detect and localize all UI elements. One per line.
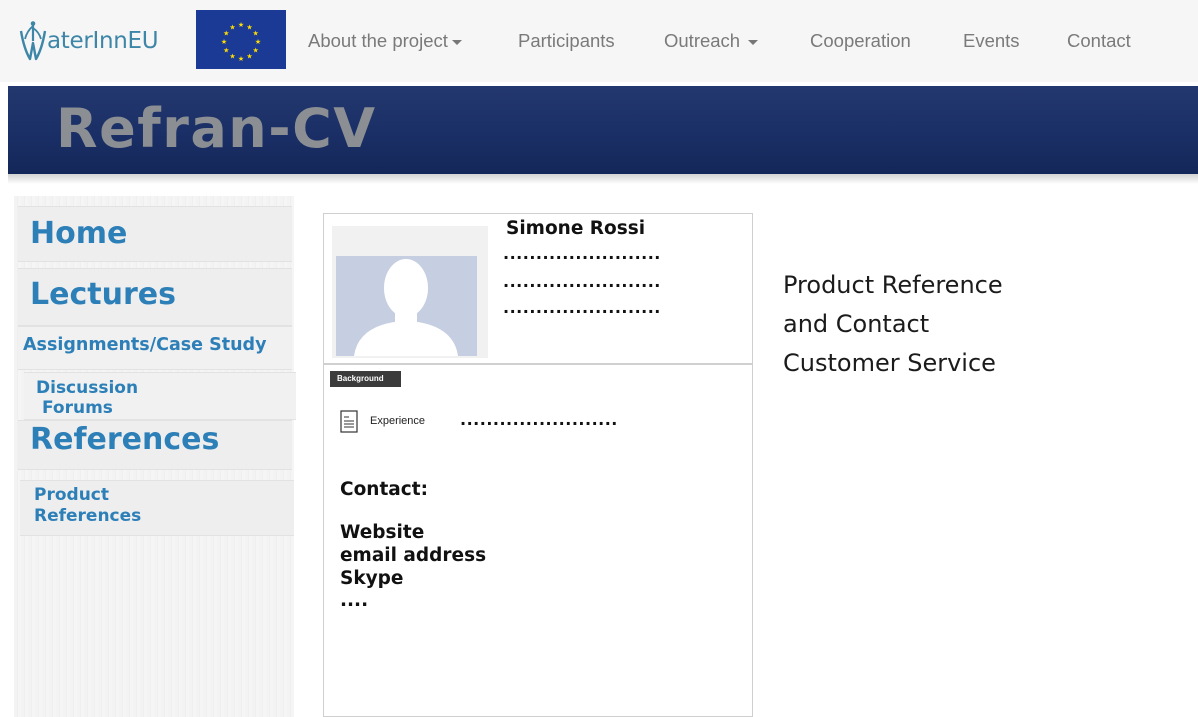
svg-text:★: ★ bbox=[223, 47, 229, 55]
contact-website: Website bbox=[340, 522, 425, 543]
sidebar-item-discussion-line2: Forums bbox=[42, 398, 113, 418]
document-icon bbox=[340, 410, 358, 433]
water-drop-logo-icon bbox=[19, 21, 47, 61]
sidebar-item-product-references[interactable]: Product References bbox=[34, 485, 141, 527]
nav-events[interactable]: Events bbox=[963, 30, 1020, 52]
nav-outreach-label: Outreach bbox=[664, 30, 741, 51]
waterinneu-logo[interactable]: aterInnEU bbox=[18, 16, 159, 66]
banner-shadow bbox=[8, 174, 1198, 184]
contact-heading: Contact: bbox=[340, 479, 428, 500]
nav-outreach[interactable]: Outreach bbox=[664, 30, 759, 52]
sidebar-item-product-line1: Product bbox=[34, 485, 109, 505]
nav-about-the-project[interactable]: About the project bbox=[308, 30, 462, 52]
note-line2: and Contact bbox=[783, 310, 930, 338]
svg-text:★: ★ bbox=[255, 38, 261, 46]
sidebar-item-lectures[interactable]: Lectures bbox=[30, 277, 176, 312]
svg-text:★: ★ bbox=[253, 30, 259, 38]
contact-more: .... bbox=[340, 590, 369, 611]
eu-flag-icon: ★ ★ ★ ★ ★ ★ ★ ★ ★ ★ ★ ★ bbox=[196, 10, 286, 69]
nav-contact[interactable]: Contact bbox=[1067, 30, 1131, 52]
cv-dots-line: ........................ bbox=[503, 272, 661, 291]
svg-text:★: ★ bbox=[238, 55, 244, 63]
nav-participants[interactable]: Participants bbox=[518, 30, 615, 52]
sidebar-item-discussion-line1: Discussion bbox=[36, 378, 139, 398]
nav-cooperation[interactable]: Cooperation bbox=[810, 30, 911, 52]
chevron-down-icon bbox=[451, 39, 462, 45]
svg-text:★: ★ bbox=[253, 47, 259, 55]
svg-text:★: ★ bbox=[221, 38, 227, 46]
sidebar-item-home[interactable]: Home bbox=[30, 216, 127, 251]
svg-text:★: ★ bbox=[238, 21, 244, 29]
sidebar-item-product-line2: References bbox=[34, 506, 142, 526]
background-section-label: Background bbox=[330, 371, 401, 387]
experience-dots: ........................ bbox=[460, 410, 618, 429]
svg-text:★: ★ bbox=[229, 23, 235, 31]
svg-text:★: ★ bbox=[246, 53, 252, 61]
sidebar-item-assignments[interactable]: Assignments/Case Study bbox=[23, 335, 267, 355]
chevron-down-icon bbox=[748, 39, 759, 45]
profile-avatar bbox=[336, 256, 477, 356]
cv-name: Simone Rossi bbox=[506, 218, 646, 239]
person-silhouette-icon bbox=[354, 259, 458, 356]
cv-dots-line: ........................ bbox=[503, 244, 661, 263]
note-line1: Product Reference bbox=[783, 271, 1003, 299]
product-reference-note: Product Reference and Contact Customer S… bbox=[783, 266, 1003, 383]
nav-about-label: About the project bbox=[308, 30, 448, 51]
top-navigation-bar: aterInnEU ★ ★ ★ ★ ★ ★ ★ ★ ★ ★ ★ ★ About … bbox=[0, 0, 1198, 82]
contact-email: email address bbox=[340, 545, 487, 566]
sidebar-item-references[interactable]: References bbox=[30, 422, 219, 457]
experience-label: Experience bbox=[370, 415, 426, 427]
cv-divider bbox=[323, 363, 753, 365]
note-line3: Customer Service bbox=[783, 349, 996, 377]
svg-text:★: ★ bbox=[229, 53, 235, 61]
cv-dots-line: ........................ bbox=[503, 298, 661, 317]
sidebar-item-discussion-forums[interactable]: Discussion Forums bbox=[36, 378, 138, 418]
contact-skype: Skype bbox=[340, 568, 404, 589]
banner-title: Refran-CV bbox=[56, 97, 377, 160]
logo-text: aterInnEU bbox=[47, 28, 159, 54]
